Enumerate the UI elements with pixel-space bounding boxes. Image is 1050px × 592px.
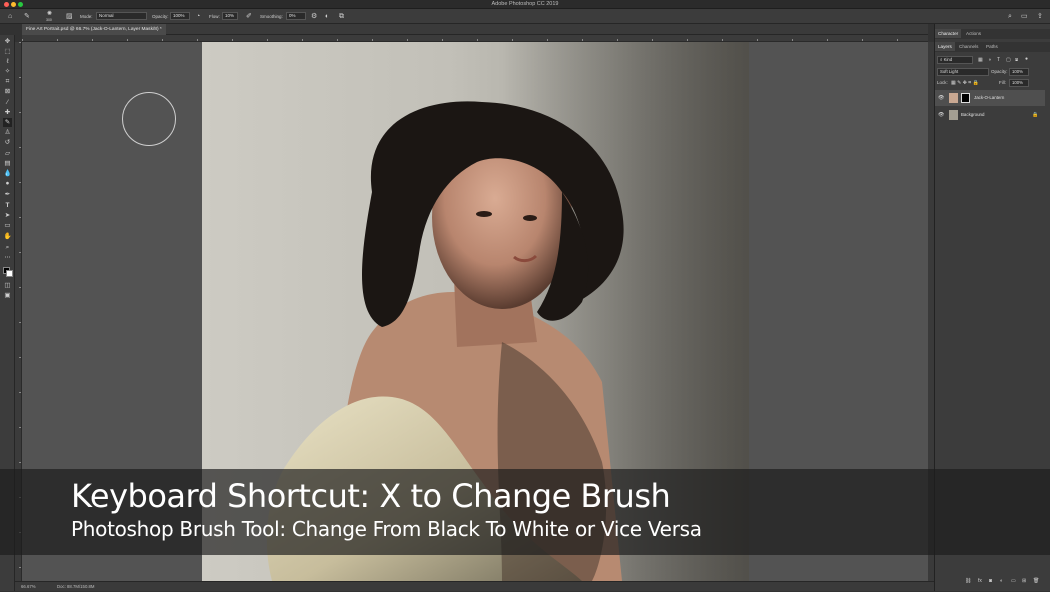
adjustment-layer-icon[interactable]: ◐ — [1000, 577, 1003, 586]
brush-tool-icon[interactable]: ✎ — [3, 118, 12, 127]
healing-brush-tool-icon[interactable]: ✚ — [3, 108, 12, 117]
filter-smart-object-icon[interactable]: ⧈ — [1015, 56, 1018, 64]
lock-icon: 🔒 — [1032, 112, 1039, 118]
quick-select-tool-icon[interactable]: ✧ — [3, 67, 12, 76]
filter-adjustment-icon[interactable]: ◑ — [988, 56, 991, 64]
brush-cursor — [122, 92, 176, 146]
share-icon[interactable]: ⇪ — [1037, 12, 1043, 21]
add-mask-icon[interactable]: ◙ — [989, 577, 992, 586]
airbrush-icon[interactable]: ✐ — [246, 12, 252, 21]
layer-thumbnail — [949, 93, 958, 103]
move-tool-icon[interactable]: ✥ — [3, 37, 12, 46]
fill-label: Fill: — [999, 80, 1006, 85]
blur-tool-icon[interactable]: 💧 — [3, 169, 12, 178]
home-icon[interactable]: ⌂ — [8, 12, 12, 21]
app-title: Adobe Photoshop CC 2019 — [491, 1, 559, 7]
layer-thumbnail — [949, 110, 958, 120]
dodge-tool-icon[interactable]: ● — [3, 179, 12, 188]
symmetry-icon[interactable]: ⧉ — [339, 12, 344, 21]
type-tool-icon[interactable]: T — [3, 201, 12, 210]
flow-field[interactable]: 10% — [222, 12, 238, 20]
layer-style-icon[interactable]: fx — [978, 577, 982, 586]
ruler-horizontal — [22, 35, 928, 42]
layer-filter-kind-value: Kind — [943, 57, 953, 62]
path-selection-tool-icon[interactable]: ➤ — [3, 211, 12, 220]
tab-character[interactable]: Character — [935, 29, 962, 38]
screen-mode-icon[interactable]: ▣ — [3, 291, 12, 300]
eyedropper-tool-icon[interactable]: ⁄ — [3, 98, 12, 107]
lasso-tool-icon[interactable]: ℓ — [3, 57, 12, 66]
filter-toggle-icon[interactable]: ● — [1025, 55, 1028, 63]
background-color-swatch[interactable] — [6, 270, 13, 277]
eraser-tool-icon[interactable]: ▱ — [3, 149, 12, 158]
tab-actions[interactable]: Actions — [963, 29, 984, 38]
tab-paths[interactable]: Paths — [983, 42, 1001, 51]
crop-tool-icon[interactable]: ⌗ — [3, 77, 12, 86]
brush-settings-icon[interactable]: ▨ — [66, 12, 73, 21]
blend-mode-select[interactable]: Soft Light — [937, 68, 989, 76]
layer-row[interactable]: 👁 Background 🔒 — [935, 107, 1045, 123]
marquee-tool-icon[interactable]: ⬚ — [3, 47, 12, 56]
status-bar: 66.67% Doc: 88.7M/150.8M — [15, 581, 934, 591]
layer-mask-thumbnail[interactable] — [961, 93, 970, 103]
rectangle-tool-icon[interactable]: ▭ — [3, 221, 12, 230]
pen-tool-icon[interactable]: ✒ — [3, 190, 12, 199]
workspace-icon[interactable]: ▭ — [1021, 12, 1028, 21]
title-bar: Adobe Photoshop CC 2019 — [0, 0, 1050, 9]
layer-opacity-label: Opacity: — [991, 69, 1008, 74]
trash-icon[interactable]: 🗑 — [1033, 577, 1039, 586]
filter-type-icon[interactable]: T — [997, 56, 1000, 64]
layer-name: Background — [961, 112, 985, 117]
layer-name: Jack-O-Lantern — [974, 95, 1005, 100]
mode-label: Mode: — [80, 14, 93, 19]
tab-channels[interactable]: Channels — [956, 42, 981, 51]
layers-panel-tabs: Layers Channels Paths — [935, 42, 1050, 52]
frame-tool-icon[interactable]: ⊠ — [3, 87, 12, 96]
lock-pixels-icon[interactable]: ▦ ✎ ✥ ⌗ 🔒 — [951, 79, 979, 87]
clone-stamp-tool-icon[interactable]: ♙ — [3, 128, 12, 137]
document-tab[interactable]: Fine Art Portrait.psd @ 66.7% (Jack-O-La… — [22, 24, 166, 35]
search-icon[interactable]: ⌕ — [1008, 12, 1012, 21]
options-bar: ⌂ ✎ ✺ 300 ▨ Mode: Normal Opacity: 100% ◔… — [0, 9, 1050, 24]
eye-icon[interactable]: 👁 — [938, 107, 944, 123]
mode-select[interactable]: Normal — [96, 12, 147, 20]
layers-panel-footer: ⛓ fx ◙ ◐ ▭ ⊞ 🗑 — [935, 577, 1050, 587]
layer-filter-kind[interactable]: ⌕ Kind — [937, 56, 973, 64]
caption-subtitle: Photoshop Brush Tool: Change From Black … — [71, 517, 702, 541]
layer-row[interactable]: 👁 Jack-O-Lantern — [935, 90, 1045, 106]
new-layer-icon[interactable]: ⊞ — [1022, 577, 1026, 586]
character-panel-tabs: Character Actions — [935, 29, 1050, 39]
pressure-size-icon[interactable]: ◐ — [325, 12, 329, 21]
link-layers-icon[interactable]: ⛓ — [965, 577, 971, 586]
history-brush-tool-icon[interactable]: ↺ — [3, 138, 12, 147]
eye-icon[interactable]: 👁 — [938, 90, 944, 106]
opacity-field[interactable]: 100% — [170, 12, 190, 20]
tab-layers[interactable]: Layers — [935, 42, 955, 51]
fill-field[interactable]: 100% — [1009, 79, 1029, 87]
opacity-label: Opacity: — [152, 14, 169, 19]
quick-mask-icon[interactable]: ◫ — [3, 281, 12, 290]
filter-pixel-icon[interactable]: ▦ — [978, 56, 983, 64]
more-tools-icon[interactable]: ⋯ — [3, 253, 12, 262]
zoom-tool-icon[interactable]: ⌕ — [3, 243, 12, 252]
pressure-opacity-icon[interactable]: ◔ — [196, 12, 200, 21]
document-tab-bar: Fine Art Portrait.psd @ 66.7% (Jack-O-La… — [22, 24, 928, 35]
hand-tool-icon[interactable]: ✋ — [3, 232, 12, 241]
flow-label: Flow: — [209, 14, 220, 19]
new-group-icon[interactable]: ▭ — [1011, 577, 1016, 586]
filter-shape-icon[interactable]: ▢ — [1006, 56, 1011, 64]
caption-title: Keyboard Shortcut: X to Change Brush — [71, 477, 671, 515]
gradient-tool-icon[interactable]: ▤ — [3, 159, 12, 168]
layer-opacity-field[interactable]: 100% — [1009, 68, 1029, 76]
brush-preset-icon[interactable]: ✎ — [24, 12, 30, 21]
lock-label: Lock: — [937, 80, 948, 85]
smoothing-field[interactable]: 0% — [286, 12, 306, 20]
smoothing-label: Smoothing: — [260, 14, 283, 19]
settings-gear-icon[interactable]: ⚙ — [311, 12, 317, 21]
